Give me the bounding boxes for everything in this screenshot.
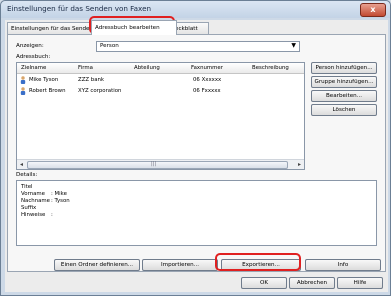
column-header-description[interactable]: Beschreibung <box>252 65 289 71</box>
address-book-label: Adressbuch: <box>16 54 51 60</box>
display-select-value: Person <box>100 43 119 49</box>
window-title: Einstellungen für das Senden von Faxen <box>7 4 152 13</box>
details-box: Titel Vorname: Mike Nachname: Tyson Suff… <box>16 180 377 246</box>
import-button[interactable]: Importieren... <box>142 259 218 271</box>
define-folder-button[interactable]: Einen Ordner definieren... <box>54 259 140 271</box>
horizontal-scrollbar[interactable]: ◂ ||| ▸ <box>17 159 304 169</box>
scroll-thumb[interactable]: ||| <box>27 161 288 169</box>
fax-settings-window: Einstellungen für das Senden von Faxen x… <box>0 0 391 296</box>
detail-title: Titel <box>21 184 33 190</box>
list-item[interactable]: Mike Tyson ZZZ bank 06 Xxxxxx <box>17 75 304 85</box>
close-button[interactable]: x <box>360 3 386 17</box>
row-fax: 06 Xxxxxx <box>193 77 222 83</box>
person-icon <box>20 76 26 84</box>
address-book-panel: Anzeigen: Person ▼ Adressbuch: Zielname … <box>7 34 386 272</box>
scroll-right-icon[interactable]: ▸ <box>295 160 304 169</box>
address-book-list[interactable]: Zielname Firma Abteilung Faxnummer Besch… <box>16 62 305 170</box>
row-name: Robert Brown <box>29 88 66 94</box>
ok-button[interactable]: OK <box>241 277 287 289</box>
column-header-department[interactable]: Abteilung <box>134 65 160 71</box>
dialog-body: Einstellungen für das Senden Adressbuch … <box>5 20 388 292</box>
detail-first-name: Vorname: Mike <box>21 191 67 197</box>
column-header-name[interactable]: Zielname <box>21 65 46 71</box>
person-icon <box>20 87 26 95</box>
row-company: XYZ corporation <box>78 88 122 94</box>
cancel-button[interactable]: Abbrechen <box>289 277 335 289</box>
tab-edit-address-book[interactable]: Adressbuch bearbeiten <box>91 20 177 35</box>
add-group-button[interactable]: Gruppe hinzufügen... <box>311 76 377 88</box>
add-person-button[interactable]: Person hinzufügen... <box>311 62 377 74</box>
help-button[interactable]: Hilfe <box>337 277 383 289</box>
delete-button[interactable]: Löschen <box>311 104 377 116</box>
display-select[interactable]: Person ▼ <box>96 41 300 52</box>
row-name: Mike Tyson <box>29 77 59 83</box>
column-header-company[interactable]: Firma <box>78 65 93 71</box>
details-label: Details: <box>16 172 38 178</box>
row-company: ZZZ bank <box>78 77 105 83</box>
chevron-down-icon: ▼ <box>291 42 296 49</box>
row-fax: 06 Fxxxxx <box>193 88 221 94</box>
display-label: Anzeigen: <box>16 43 44 49</box>
edit-button[interactable]: Bearbeiten... <box>311 90 377 102</box>
detail-suffix: Suffix <box>21 205 37 211</box>
column-header-fax[interactable]: Faxnummer <box>191 65 223 71</box>
scroll-grip-icon: ||| <box>151 161 157 167</box>
list-header: Zielname Firma Abteilung Faxnummer Besch… <box>17 63 304 74</box>
detail-last-name: Nachname: Tyson <box>21 198 70 204</box>
export-highlight-marker <box>215 253 301 271</box>
detail-notes: Hinweise: <box>21 212 53 218</box>
info-button[interactable]: Info <box>305 259 381 271</box>
scroll-left-icon[interactable]: ◂ <box>17 160 26 169</box>
title-bar[interactable]: Einstellungen für das Senden von Faxen x <box>1 1 390 18</box>
list-item[interactable]: Robert Brown XYZ corporation 06 Fxxxxx <box>17 86 304 96</box>
